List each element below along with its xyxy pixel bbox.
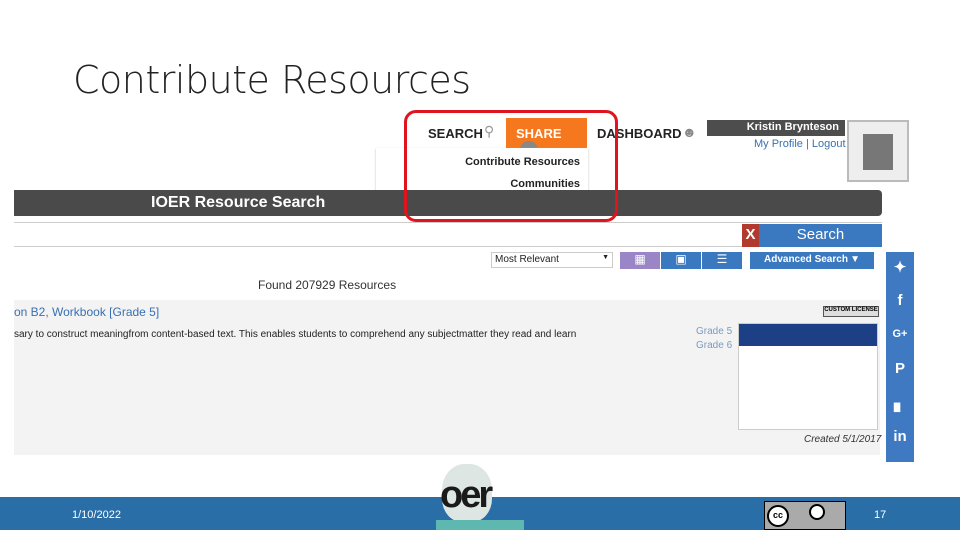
flipboard-icon[interactable]: ▖ xyxy=(886,394,914,412)
sort-select[interactable]: Most Relevant ▼ xyxy=(491,252,613,268)
page-number: 17 xyxy=(874,509,887,521)
dashboard-icon: ☻ xyxy=(682,124,697,140)
result-thumbnail[interactable] xyxy=(738,323,878,430)
clear-button[interactable]: X xyxy=(742,224,759,247)
slide-date: 1/10/2022 xyxy=(72,509,121,521)
result-description: sary to construct meaningfrom content-ba… xyxy=(14,329,577,340)
result-count: Found 207929 Resources xyxy=(258,278,397,292)
result-title[interactable]: on B2, Workbook [Grade 5] xyxy=(14,305,159,319)
chevron-down-icon: ▼ xyxy=(602,254,609,261)
search-button[interactable]: Search xyxy=(759,224,882,247)
avatar[interactable] xyxy=(847,120,909,182)
created-date: Created 5/1/2017 xyxy=(804,434,882,445)
advanced-search-button[interactable]: Advanced Search ▼ xyxy=(750,252,874,269)
grade-tag[interactable]: Grade 5 xyxy=(696,326,732,337)
view-grid-button[interactable]: ▣ xyxy=(661,252,701,269)
sort-value: Most Relevant xyxy=(495,254,559,265)
slide-title: Contribute Resources xyxy=(73,58,471,102)
grade-tag[interactable]: Grade 6 xyxy=(696,340,732,351)
logout-link[interactable]: Logout xyxy=(812,138,846,150)
advanced-label: Advanced Search xyxy=(764,254,848,265)
highlight-box xyxy=(404,110,618,222)
facebook-icon[interactable]: f xyxy=(886,292,914,309)
oer-logo: oer xyxy=(436,464,524,530)
my-profile-link[interactable]: My Profile xyxy=(754,138,803,150)
view-list-button[interactable]: ☰ xyxy=(702,252,742,269)
social-sidebar: ✦ f G+ P ▖ in xyxy=(886,252,914,462)
triangle-down-icon: ▼ xyxy=(850,254,860,265)
user-name: Kristin Brynteson xyxy=(707,120,845,136)
linkedin-icon[interactable]: in xyxy=(886,428,914,445)
license-badge: CUSTOM LICENSE xyxy=(823,306,879,317)
pinterest-icon[interactable]: P xyxy=(886,360,914,377)
twitter-icon[interactable]: ✦ xyxy=(886,258,914,276)
google-plus-icon[interactable]: G+ xyxy=(886,328,914,340)
cc-by-license-icon: cc xyxy=(764,501,846,530)
view-grid-small-button[interactable]: ▦ xyxy=(620,252,660,269)
